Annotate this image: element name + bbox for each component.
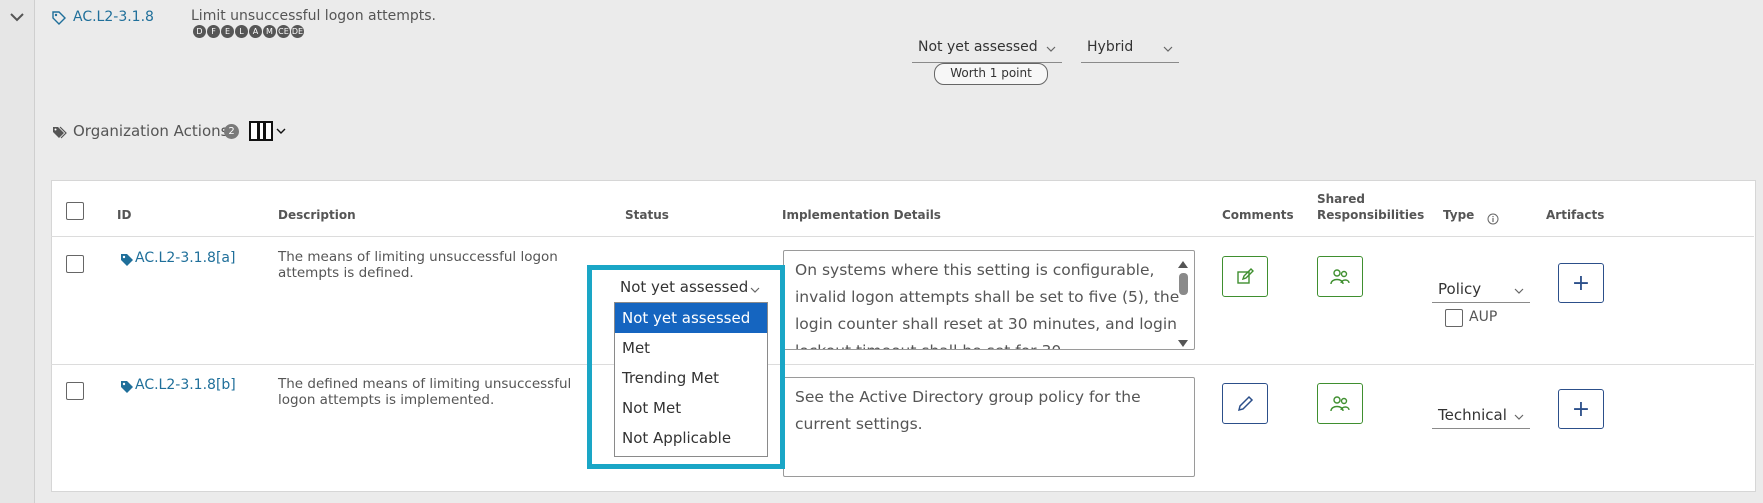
- column-toggle-button[interactable]: [249, 121, 286, 141]
- requirement-status-select[interactable]: Not yet assessed: [912, 36, 1062, 63]
- row-description-2: The defined means of limiting unsuccessf…: [278, 376, 572, 408]
- requirement-badges: D F E L A M CE DE: [193, 25, 305, 38]
- add-artifact-button-2[interactable]: +: [1558, 389, 1604, 429]
- requirement-tag-icon: [52, 10, 66, 29]
- columns-icon: [249, 121, 273, 141]
- collapse-chevron-icon[interactable]: [8, 8, 26, 26]
- row-status-select-1[interactable]: Not yet assessed: [614, 274, 774, 300]
- users-icon: [1330, 395, 1350, 411]
- status-dropdown-list: Not yet assessed Met Trending Met Not Me…: [614, 302, 768, 457]
- col-header-id[interactable]: ID: [117, 208, 131, 222]
- chevron-down-icon: [750, 287, 760, 293]
- select-all-checkbox[interactable]: [66, 202, 84, 220]
- badge-l: L: [235, 25, 248, 38]
- shared-responsibility-button-2[interactable]: [1317, 383, 1363, 424]
- requirement-status-value: Not yet assessed: [918, 39, 1038, 55]
- edit-comment-button-2[interactable]: [1222, 383, 1268, 424]
- users-icon: [1330, 268, 1350, 284]
- badge-ce: CE: [277, 25, 290, 38]
- requirement-type-select[interactable]: Hybrid: [1081, 36, 1179, 63]
- status-option-not-applicable[interactable]: Not Applicable: [615, 423, 767, 453]
- badge-m: M: [263, 25, 276, 38]
- requirement-title: Limit unsuccessful logon attempts.: [191, 8, 436, 24]
- badge-a: A: [249, 25, 262, 38]
- requirement-tag-icon: [120, 379, 134, 398]
- row-type-value-2: Technical: [1438, 406, 1507, 424]
- worth-points-pill: Worth 1 point: [934, 63, 1048, 85]
- aup-label: AUP: [1469, 309, 1498, 325]
- status-option-trending-met[interactable]: Trending Met: [615, 363, 767, 393]
- scroll-down-icon[interactable]: [1177, 334, 1189, 353]
- org-actions-label: Organization Actions: [73, 122, 229, 140]
- info-icon[interactable]: [1487, 210, 1499, 229]
- col-header-artifacts[interactable]: Artifacts: [1546, 208, 1604, 222]
- aup-checkbox[interactable]: [1445, 309, 1463, 327]
- row-status-value-1: Not yet assessed: [620, 278, 749, 296]
- add-comment-button-1[interactable]: [1222, 256, 1268, 297]
- scrollbar-thumb[interactable]: [1179, 273, 1188, 295]
- shared-responsibility-button-1[interactable]: [1317, 256, 1363, 297]
- row-id-link-2[interactable]: AC.L2-3.1.8[b]: [135, 377, 236, 393]
- row-type-select-2[interactable]: Technical: [1432, 402, 1530, 429]
- requirement-tag-icon: [120, 252, 134, 271]
- status-option-not-met[interactable]: Not Met: [615, 393, 767, 423]
- col-header-type[interactable]: Type: [1443, 208, 1474, 222]
- scroll-up-icon[interactable]: [1177, 254, 1189, 273]
- badge-f: F: [207, 25, 220, 38]
- org-actions-count: 2: [224, 124, 239, 139]
- col-header-shared-line1[interactable]: Shared: [1317, 192, 1365, 206]
- chevron-down-icon: [1514, 414, 1524, 420]
- requirement-id-link[interactable]: AC.L2-3.1.8: [73, 9, 154, 25]
- row-type-value-1: Policy: [1438, 280, 1482, 298]
- badge-e: E: [221, 25, 234, 38]
- col-header-description[interactable]: Description: [278, 208, 356, 222]
- col-header-status[interactable]: Status: [625, 208, 669, 222]
- col-header-shared-line2[interactable]: Responsibilities: [1317, 208, 1424, 222]
- left-rail: [0, 0, 35, 503]
- chevron-down-icon: [1163, 46, 1173, 52]
- chevron-down-icon: [276, 128, 286, 134]
- col-header-implementation[interactable]: Implementation Details: [782, 208, 941, 222]
- header-divider: [51, 236, 1754, 237]
- edit-note-icon: [1237, 267, 1254, 284]
- badge-d: D: [193, 25, 206, 38]
- chevron-down-icon: [1046, 46, 1056, 52]
- row-checkbox-2[interactable]: [66, 382, 84, 400]
- col-header-comments[interactable]: Comments: [1222, 208, 1294, 222]
- requirement-type-value: Hybrid: [1087, 39, 1134, 55]
- implementation-textarea-2[interactable]: See the Active Directory group policy fo…: [783, 377, 1195, 477]
- add-artifact-button-1[interactable]: +: [1558, 263, 1604, 303]
- row-description-1: The means of limiting unsuccessful logon…: [278, 249, 558, 281]
- tags-icon: [52, 125, 68, 144]
- row-checkbox-1[interactable]: [66, 255, 84, 273]
- badge-de: DE: [291, 25, 304, 38]
- implementation-textarea-1[interactable]: On systems where this setting is configu…: [783, 250, 1195, 350]
- chevron-down-icon: [1514, 288, 1524, 294]
- status-option-met[interactable]: Met: [615, 333, 767, 363]
- row-type-select-1[interactable]: Policy: [1432, 276, 1530, 303]
- status-option-not-yet-assessed[interactable]: Not yet assessed: [615, 303, 767, 333]
- pencil-icon: [1237, 395, 1254, 411]
- row-id-link-1[interactable]: AC.L2-3.1.8[a]: [135, 250, 235, 266]
- row-divider: [51, 364, 1754, 365]
